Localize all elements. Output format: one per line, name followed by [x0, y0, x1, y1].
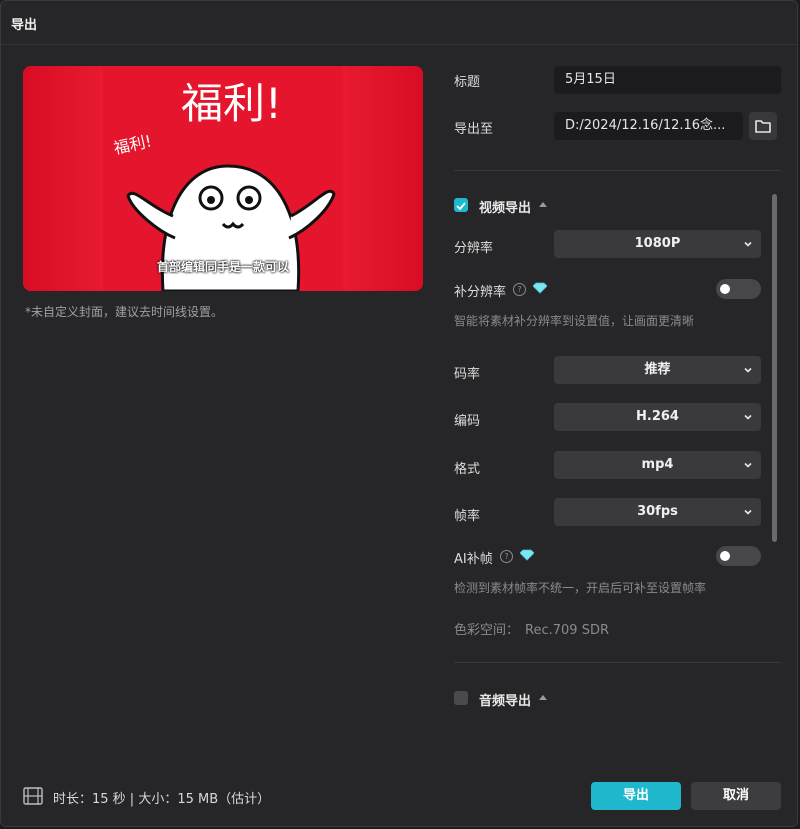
cover-preview: 福利! 福利! 首部编辑同手是一款可以: [23, 66, 423, 291]
help-icon[interactable]: ?: [513, 283, 526, 296]
bitrate-value: 推荐: [644, 362, 671, 377]
check-icon: [456, 202, 466, 211]
bitrate-select[interactable]: 推荐: [554, 356, 761, 384]
title-bar: 导出: [1, 1, 797, 45]
collapse-caret-icon[interactable]: [539, 695, 547, 700]
color-space-value: Rec.709 SDR: [525, 623, 609, 638]
export-dialog: 导出 福利! 福利! 首部编辑同手是一款可以 *未自定义封面，建议去时间线设置。…: [0, 0, 798, 827]
cover-note: *未自定义封面，建议去时间线设置。: [25, 305, 224, 319]
preview-small-headline: 福利!: [112, 131, 154, 158]
chevron-down-icon: [744, 414, 752, 420]
export-estimate-info: 时长：15 秒 | 大小：15 MB（估计）: [53, 792, 271, 807]
ai-frame-label: AI补帧: [454, 552, 493, 567]
codec-label: 编码: [454, 414, 481, 429]
chevron-down-icon: [744, 509, 752, 515]
resolution-value: 1080P: [634, 236, 681, 251]
export-button[interactable]: 导出: [591, 782, 681, 810]
help-icon[interactable]: ?: [500, 550, 513, 563]
toggle-knob: [720, 551, 730, 561]
ai-frame-toggle[interactable]: [716, 546, 761, 566]
divider-top: [454, 170, 781, 171]
audio-export-checkbox[interactable]: [454, 691, 468, 705]
collapse-caret-icon[interactable]: [539, 202, 547, 207]
framerate-value: 30fps: [637, 504, 678, 519]
divider-bottom: [454, 662, 781, 663]
bitrate-label: 码率: [454, 367, 481, 382]
toggle-knob: [720, 284, 730, 294]
framerate-label: 帧率: [454, 509, 481, 524]
preview-caption: 首部编辑同手是一款可以: [156, 260, 289, 274]
diamond-vip-icon: [520, 549, 534, 561]
color-space-label: 色彩空间：: [454, 623, 520, 638]
codec-select[interactable]: H.264: [554, 403, 761, 431]
cancel-button[interactable]: 取消: [691, 782, 781, 810]
color-space-info: 色彩空间： Rec.709 SDR: [454, 619, 609, 638]
format-label: 格式: [454, 462, 481, 477]
format-select[interactable]: mp4: [554, 451, 761, 479]
title-input[interactable]: 5月15日: [554, 66, 781, 94]
video-export-title: 视频导出: [479, 201, 532, 216]
framerate-select[interactable]: 30fps: [554, 498, 761, 526]
ai-frame-hint: 检测到素材帧率不统一，开启后可补至设置帧率: [454, 581, 707, 595]
chevron-down-icon: [744, 462, 752, 468]
chevron-down-icon: [744, 241, 752, 247]
browse-folder-button[interactable]: [749, 112, 777, 140]
resolution-select[interactable]: 1080P: [554, 230, 761, 258]
super-res-toggle[interactable]: [716, 279, 761, 299]
settings-scrollbar[interactable]: [772, 194, 777, 542]
super-res-hint: 智能将素材补分辨率到设置值，让画面更清晰: [454, 314, 695, 328]
super-res-label: 补分辨率: [454, 285, 507, 300]
preview-headline: 福利!: [181, 79, 282, 128]
export-to-label: 导出至: [454, 122, 494, 137]
diamond-vip-icon: [533, 282, 547, 294]
format-value: mp4: [641, 457, 674, 472]
dialog-title: 导出: [11, 18, 38, 33]
film-icon: [23, 787, 43, 805]
resolution-label: 分辨率: [454, 241, 494, 256]
audio-export-title: 音频导出: [479, 694, 532, 709]
codec-value: H.264: [636, 409, 679, 424]
video-export-checkbox[interactable]: [454, 198, 468, 212]
chevron-down-icon: [744, 367, 752, 373]
title-label: 标题: [454, 75, 481, 90]
folder-icon: [755, 120, 771, 133]
export-path-input[interactable]: D:/2024/12.16/12.16念...: [554, 112, 743, 140]
